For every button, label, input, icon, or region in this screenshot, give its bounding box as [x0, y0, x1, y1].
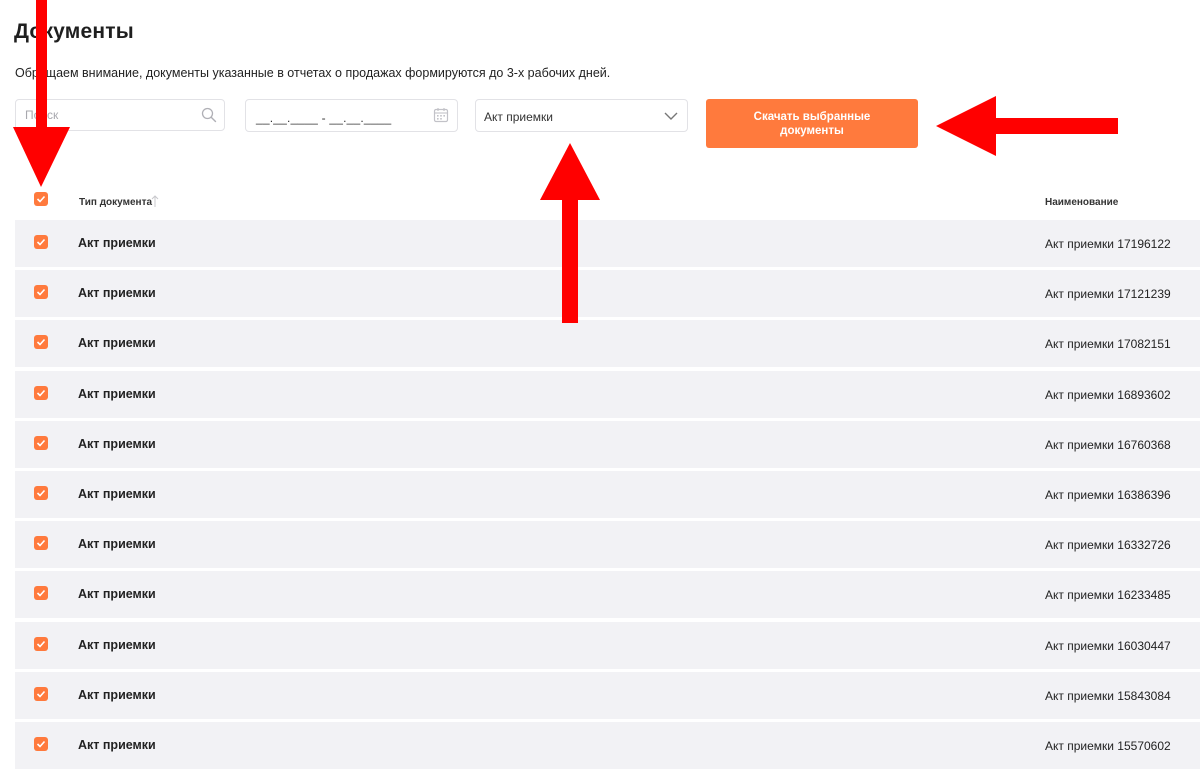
check-icon — [36, 339, 46, 347]
check-icon — [36, 740, 46, 748]
row-document-name[interactable]: Акт приемки 16760368 — [1045, 438, 1171, 452]
row-checkbox[interactable] — [34, 686, 48, 701]
search-input[interactable] — [16, 100, 195, 130]
row-document-type: Акт приемки — [78, 486, 156, 501]
doc-type-selected: Акт приемки — [484, 110, 553, 124]
row-document-name[interactable]: Акт приемки 15570602 — [1045, 739, 1171, 753]
check-icon — [36, 590, 46, 597]
row-document-name[interactable]: Акт приемки 15843084 — [1045, 689, 1171, 703]
table-row[interactable]: Акт приемки Акт приемки 16893602 — [15, 370, 1200, 418]
row-checkbox[interactable] — [34, 235, 48, 249]
row-checkbox[interactable] — [34, 435, 48, 450]
table-row[interactable]: Акт приемки Акт приемки 16332726 — [15, 521, 1200, 569]
row-checkbox[interactable] — [34, 586, 48, 601]
table-row[interactable]: Акт приемки Акт приемки 17196122 — [15, 220, 1200, 267]
row-document-name[interactable]: Акт приемки 16332726 — [1045, 538, 1171, 552]
doc-type-select[interactable]: Акт приемки — [475, 99, 688, 132]
date-range-value: __.__.____ - __.__.____ — [256, 111, 392, 125]
notice-text: Обращаем внимание, документы указанные в… — [15, 66, 611, 80]
row-document-type: Акт приемки — [78, 537, 156, 552]
row-document-name[interactable]: Акт приемки 16386396 — [1045, 488, 1171, 502]
download-selected-button[interactable]: Скачать выбранные документы — [706, 99, 918, 148]
table-row[interactable]: Акт приемки Акт приемки 16233485 — [15, 571, 1200, 619]
documents-page: Документы Обращаем внимание, документы у… — [0, 0, 1200, 770]
row-document-name[interactable]: Акт приемки 16030447 — [1045, 639, 1171, 653]
row-checkbox[interactable] — [34, 385, 48, 400]
row-checkbox[interactable] — [34, 285, 48, 300]
table-header: Тип документа Наименование — [15, 186, 1200, 218]
table-row[interactable]: Акт приемки Акт приемки 15843084 — [15, 671, 1200, 719]
check-icon — [36, 439, 46, 447]
row-document-type: Акт приемки — [78, 687, 156, 702]
check-icon — [36, 489, 46, 497]
row-document-type: Акт приемки — [78, 336, 156, 351]
table-row[interactable]: Акт приемки Акт приемки 15570602 — [15, 721, 1200, 769]
check-icon — [36, 238, 46, 246]
row-document-name[interactable]: Акт приемки 17082151 — [1045, 337, 1171, 351]
check-icon — [36, 289, 46, 296]
row-document-type: Акт приемки — [78, 436, 156, 451]
documents-table-body: Акт приемки Акт приемки 17196122 Акт прием… — [15, 220, 1200, 770]
row-document-type: Акт приемки — [78, 737, 156, 752]
table-row[interactable]: Акт приемки Акт приемки 17082151 — [15, 320, 1200, 368]
chevron-down-icon[interactable] — [664, 110, 678, 122]
row-checkbox[interactable] — [34, 536, 48, 551]
select-all-checkbox[interactable] — [34, 192, 48, 206]
check-icon — [36, 195, 46, 203]
table-row[interactable]: Акт приемки Акт приемки 16386396 — [15, 470, 1200, 518]
table-row[interactable]: Акт приемки Акт приемки 17121239 — [15, 270, 1200, 318]
row-document-type: Акт приемки — [78, 386, 156, 401]
search-icon[interactable] — [201, 107, 217, 123]
row-checkbox[interactable] — [34, 335, 48, 350]
column-header-type[interactable]: Тип документа — [79, 197, 152, 208]
annotation-arrow-left — [936, 96, 1118, 156]
date-range-picker[interactable]: __.__.____ - __.__.____ — [245, 99, 458, 132]
sort-arrow-icon[interactable] — [150, 194, 160, 208]
row-document-type: Акт приемки — [78, 587, 156, 602]
check-icon — [36, 690, 46, 698]
check-icon — [36, 540, 46, 547]
table-row[interactable]: Акт приемки Акт приемки 16030447 — [15, 621, 1200, 669]
row-document-name[interactable]: Акт приемки 16893602 — [1045, 388, 1171, 402]
check-icon — [36, 640, 46, 648]
row-document-type: Акт приемки — [78, 286, 156, 301]
row-checkbox[interactable] — [34, 636, 48, 651]
search-box — [15, 99, 225, 131]
calendar-icon[interactable] — [433, 107, 449, 123]
page-title: Документы — [14, 20, 134, 43]
table-row[interactable]: Акт приемки Акт приемки 16760368 — [15, 420, 1200, 468]
row-document-name[interactable]: Акт приемки 17121239 — [1045, 287, 1171, 301]
row-checkbox[interactable] — [34, 485, 48, 500]
column-header-name[interactable]: Наименование — [1045, 197, 1118, 208]
row-document-type: Акт приемки — [78, 236, 156, 250]
row-document-name[interactable]: Акт приемки 16233485 — [1045, 588, 1171, 602]
row-document-type: Акт приемки — [78, 637, 156, 652]
check-icon — [36, 389, 46, 397]
row-checkbox[interactable] — [34, 736, 48, 751]
row-document-name[interactable]: Акт приемки 17196122 — [1045, 237, 1171, 251]
